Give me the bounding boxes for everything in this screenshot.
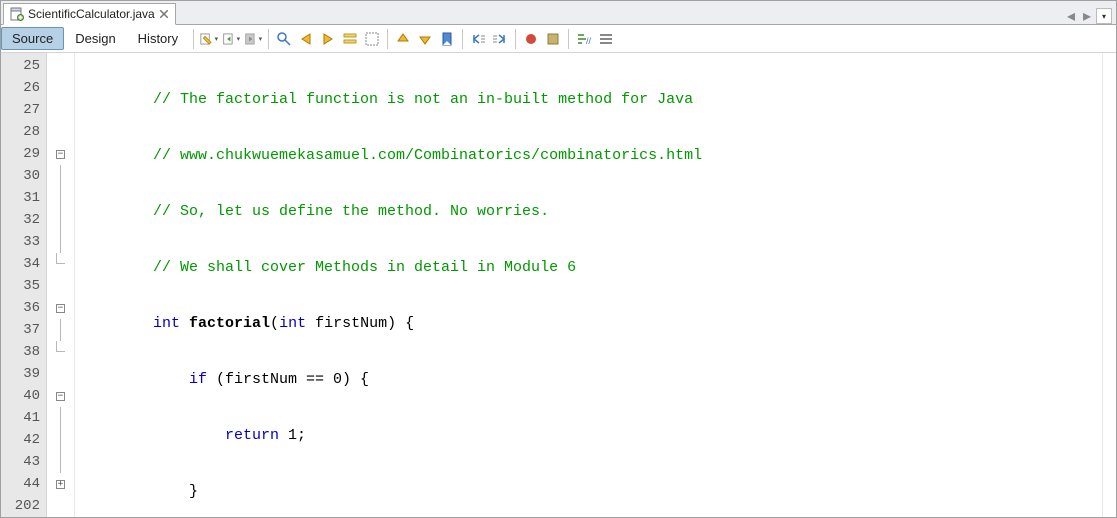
line-number: 31 [1,187,40,209]
code-text: // www.chukwuemekasamuel.com/Combinatori… [153,147,702,164]
code-text: // The factorial function is not an in-b… [153,91,693,108]
code-text: } [189,483,198,500]
code-text: // So, let us define the method. No worr… [153,203,549,220]
fold-toggle-icon[interactable]: − [56,150,65,159]
start-macro-recording-icon[interactable] [522,30,540,48]
separator [515,29,516,49]
editor-toolbar: Source Design History ▾ ▾ ▾ // [1,25,1116,53]
find-next-icon[interactable] [319,30,337,48]
back-icon[interactable]: ▾ [222,30,240,48]
find-previous-icon[interactable] [297,30,315,48]
fold-column: − − − + [47,53,75,517]
code-text: if [189,371,207,388]
code-text: (firstNum == 0) { [207,371,369,388]
toggle-rectangular-selection-icon[interactable] [363,30,381,48]
close-tab-icon[interactable] [159,9,169,19]
file-tab-label: ScientificCalculator.java [28,7,155,21]
fold-toggle-icon[interactable]: − [56,304,65,313]
comment-icon[interactable]: // [575,30,593,48]
tabs-list-dropdown[interactable]: ▾ [1096,8,1112,24]
separator [387,29,388,49]
file-tab[interactable]: ScientificCalculator.java [3,3,176,25]
code-text: 1; [279,427,306,444]
separator [193,29,194,49]
find-selection-icon[interactable] [275,30,293,48]
line-number: 34 [1,253,40,275]
tab-nav: ◂ ▸ ▾ [1064,8,1116,24]
line-number: 30 [1,165,40,187]
tabs-scroll-right-icon[interactable]: ▸ [1080,9,1094,23]
stop-macro-recording-icon[interactable] [544,30,562,48]
tab-bar: ScientificCalculator.java ◂ ▸ ▾ [1,1,1116,25]
toggle-highlight-icon[interactable] [341,30,359,48]
line-number: 33 [1,231,40,253]
code-area[interactable]: // The factorial function is not an in-b… [75,53,1102,517]
line-number: 44 [1,473,40,495]
line-number: 27 [1,99,40,121]
next-bookmark-icon[interactable] [416,30,434,48]
code-text: return [225,427,279,444]
editor-window: ScientificCalculator.java ◂ ▸ ▾ Source D… [0,0,1117,518]
line-number: 202 [1,495,40,517]
java-class-icon [10,7,24,21]
mode-source[interactable]: Source [1,27,64,50]
separator [568,29,569,49]
line-number: 29 [1,143,40,165]
svg-text://: // [586,36,592,46]
code-text: factorial [189,315,270,332]
code-text: int [153,315,180,332]
previous-bookmark-icon[interactable] [394,30,412,48]
shift-right-icon[interactable] [491,30,509,48]
code-text: int [279,315,306,332]
line-number: 43 [1,451,40,473]
error-stripe[interactable] [1102,53,1116,517]
line-number: 42 [1,429,40,451]
tabs-scroll-left-icon[interactable]: ◂ [1064,9,1078,23]
separator [268,29,269,49]
line-number: 41 [1,407,40,429]
code-editor[interactable]: 25 26 27 28 29 30 31 32 33 34 35 36 37 3… [1,53,1116,517]
uncomment-icon[interactable] [597,30,615,48]
mode-history[interactable]: History [127,27,189,50]
code-text: firstNum) { [306,315,414,332]
line-number: 35 [1,275,40,297]
line-number-gutter: 25 26 27 28 29 30 31 32 33 34 35 36 37 3… [1,53,47,517]
line-number: 37 [1,319,40,341]
line-number: 26 [1,77,40,99]
code-text: // We shall cover Methods in detail in M… [153,259,576,276]
line-number: 36 [1,297,40,319]
line-number: 25 [1,55,40,77]
fold-expand-icon[interactable]: + [56,480,65,489]
line-number: 40 [1,385,40,407]
last-edit-icon[interactable]: ▾ [200,30,218,48]
fold-toggle-icon[interactable]: − [56,392,65,401]
shift-left-icon[interactable] [469,30,487,48]
line-number: 28 [1,121,40,143]
line-number: 39 [1,363,40,385]
line-number: 38 [1,341,40,363]
forward-icon[interactable]: ▾ [244,30,262,48]
separator [462,29,463,49]
toggle-bookmark-icon[interactable] [438,30,456,48]
mode-design[interactable]: Design [64,27,126,50]
line-number: 32 [1,209,40,231]
